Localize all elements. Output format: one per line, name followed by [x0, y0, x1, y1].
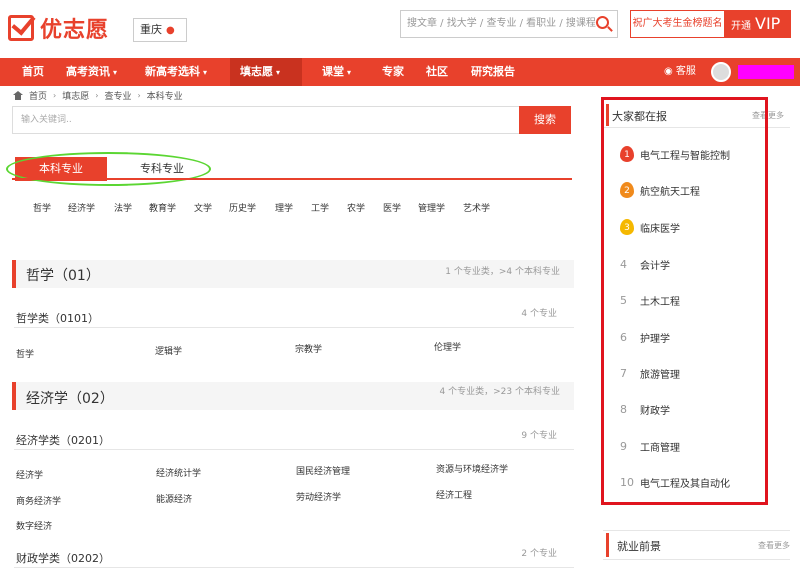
subcategory-title[interactable]: 哲学类（0101） [16, 310, 99, 326]
major-link[interactable]: 能源经济 [156, 492, 192, 505]
city-selector[interactable]: 重庆 ● [133, 18, 187, 42]
nav-item-news[interactable]: 高考资讯 ▾ [66, 58, 117, 86]
breadcrumb-separator-icon: › [137, 91, 141, 100]
keyword-search-button[interactable]: 搜索 [519, 106, 571, 134]
discipline-filter[interactable]: 法学 [114, 201, 132, 214]
divider [14, 327, 574, 328]
discipline-filter[interactable]: 农学 [347, 201, 365, 214]
discipline-filter[interactable]: 医学 [383, 201, 401, 214]
nav-item-class-label: 课堂 [322, 65, 344, 78]
discipline-filter[interactable]: 教育学 [149, 201, 176, 214]
nav-item-class[interactable]: 课堂 ▾ [322, 58, 351, 86]
location-pin-icon: ● [166, 25, 175, 36]
major-link[interactable]: 资源与环境经济学 [436, 462, 508, 475]
annotation-highlight-box [601, 97, 768, 505]
nav-item-experts[interactable]: 专家 [382, 58, 404, 86]
discipline-filter[interactable]: 历史学 [229, 201, 256, 214]
breadcrumb-current: 本科专业 [146, 92, 183, 102]
discipline-filter[interactable]: 文学 [194, 201, 212, 214]
tab-underline [12, 178, 572, 180]
site-header: 优志愿 重庆 ● 搜文章 / 找大学 / 查专业 / 看职业 / 搜课程 祝广大考… [0, 0, 800, 58]
nav-item-community[interactable]: 社区 [426, 58, 448, 86]
subcategory-meta: 9 个专业 [521, 431, 557, 441]
chevron-down-icon: ▾ [113, 68, 118, 77]
divider [14, 567, 574, 568]
vip-label: VIP [755, 14, 781, 33]
site-search-input[interactable]: 搜文章 / 找大学 / 查专业 / 看职业 / 搜课程 [400, 10, 618, 38]
see-more-link[interactable]: 查看更多 [758, 540, 790, 551]
breadcrumb-item[interactable]: 填志愿 [62, 89, 89, 102]
nav-item-apply-label: 填志愿 [240, 65, 273, 78]
major-link[interactable]: 经济统计学 [156, 466, 201, 479]
nav-item-subjects[interactable]: 新高考选科 ▾ [145, 58, 207, 86]
subcategory-meta: 2 个专业 [521, 549, 557, 559]
section-meta: 4 个专业类，>23 个本科专业 [439, 387, 560, 397]
main-nav: 首页 高考资讯 ▾ 新高考选科 ▾ 填志愿 ▾ 课堂 ▾ 专家 社区 研究报告 ◉ 客服 [0, 58, 800, 86]
major-link[interactable]: 宗教学 [295, 342, 322, 355]
major-link[interactable]: 经济工程 [436, 488, 472, 501]
job-prospects-accent [606, 533, 609, 557]
nav-item-news-label: 高考资讯 [66, 65, 110, 78]
major-link[interactable]: 国民经济管理 [296, 464, 350, 477]
section-title[interactable]: 哲学（01） [26, 265, 100, 285]
section-meta: 1 个专业类，>4 个本科专业 [445, 267, 560, 277]
subcategory-title[interactable]: 财政学类（0202） [16, 550, 110, 566]
customer-service-button[interactable]: ◉ 客服 [664, 58, 696, 86]
discipline-filter[interactable]: 哲学 [33, 201, 51, 214]
major-link[interactable]: 经济学 [16, 468, 43, 481]
job-prospects-title: 就业前景 [617, 540, 661, 553]
breadcrumb-separator-icon: › [53, 91, 57, 100]
nav-item-apply[interactable]: 填志愿 ▾ [230, 58, 302, 86]
breadcrumb-item[interactable]: 查专业 [104, 89, 131, 102]
chevron-down-icon: ▾ [347, 68, 352, 77]
discipline-filter[interactable]: 经济学 [68, 201, 95, 214]
discipline-filter[interactable]: 理学 [275, 201, 293, 214]
city-label: 重庆 [140, 23, 162, 36]
nav-item-subjects-label: 新高考选科 [145, 65, 200, 78]
breadcrumb: 首页 › 填志愿 › 查专业 › 本科专业 [13, 89, 183, 102]
checkmark-icon [8, 15, 34, 41]
major-link[interactable]: 数字经济 [16, 519, 52, 532]
breadcrumb-item[interactable]: 首页 [29, 89, 47, 102]
chevron-down-icon: ▾ [276, 68, 281, 77]
headset-icon: ◉ [664, 66, 676, 77]
keyword-input[interactable]: 输入关键词.. [12, 106, 520, 134]
kefu-label: 客服 [675, 66, 696, 77]
major-link[interactable]: 劳动经济学 [296, 490, 341, 503]
site-logo[interactable]: 优志愿 [8, 12, 109, 44]
vip-button[interactable]: 开通 VIP [725, 10, 791, 38]
divider [14, 449, 574, 450]
promo-banner[interactable]: 祝广大考生金榜题名 [630, 10, 725, 38]
subcategory-title[interactable]: 经济学类（0201） [16, 432, 110, 448]
discipline-filter[interactable]: 工学 [311, 201, 329, 214]
nav-item-home[interactable]: 首页 [22, 58, 44, 86]
major-link[interactable]: 逻辑学 [155, 344, 182, 357]
section-title[interactable]: 经济学（02） [26, 388, 114, 408]
major-link[interactable]: 哲学 [16, 347, 34, 360]
avatar[interactable] [711, 62, 731, 82]
major-link[interactable]: 商务经济学 [16, 494, 61, 507]
search-icon[interactable] [596, 16, 609, 29]
username-redacted[interactable] [738, 65, 794, 79]
home-icon [13, 91, 23, 100]
discipline-filter[interactable]: 管理学 [418, 201, 445, 214]
vip-prefix: 开通 [731, 21, 751, 32]
logo-text: 优志愿 [40, 18, 110, 43]
breadcrumb-separator-icon: › [95, 91, 99, 100]
chevron-down-icon: ▾ [203, 68, 208, 77]
site-search-placeholder: 搜文章 / 找大学 / 查专业 / 看职业 / 搜课程 [407, 18, 596, 29]
major-link[interactable]: 伦理学 [434, 340, 461, 353]
nav-item-reports[interactable]: 研究报告 [471, 58, 515, 86]
annotation-ellipse [6, 152, 211, 186]
discipline-filter[interactable]: 艺术学 [463, 201, 490, 214]
subcategory-meta: 4 个专业 [521, 309, 557, 319]
